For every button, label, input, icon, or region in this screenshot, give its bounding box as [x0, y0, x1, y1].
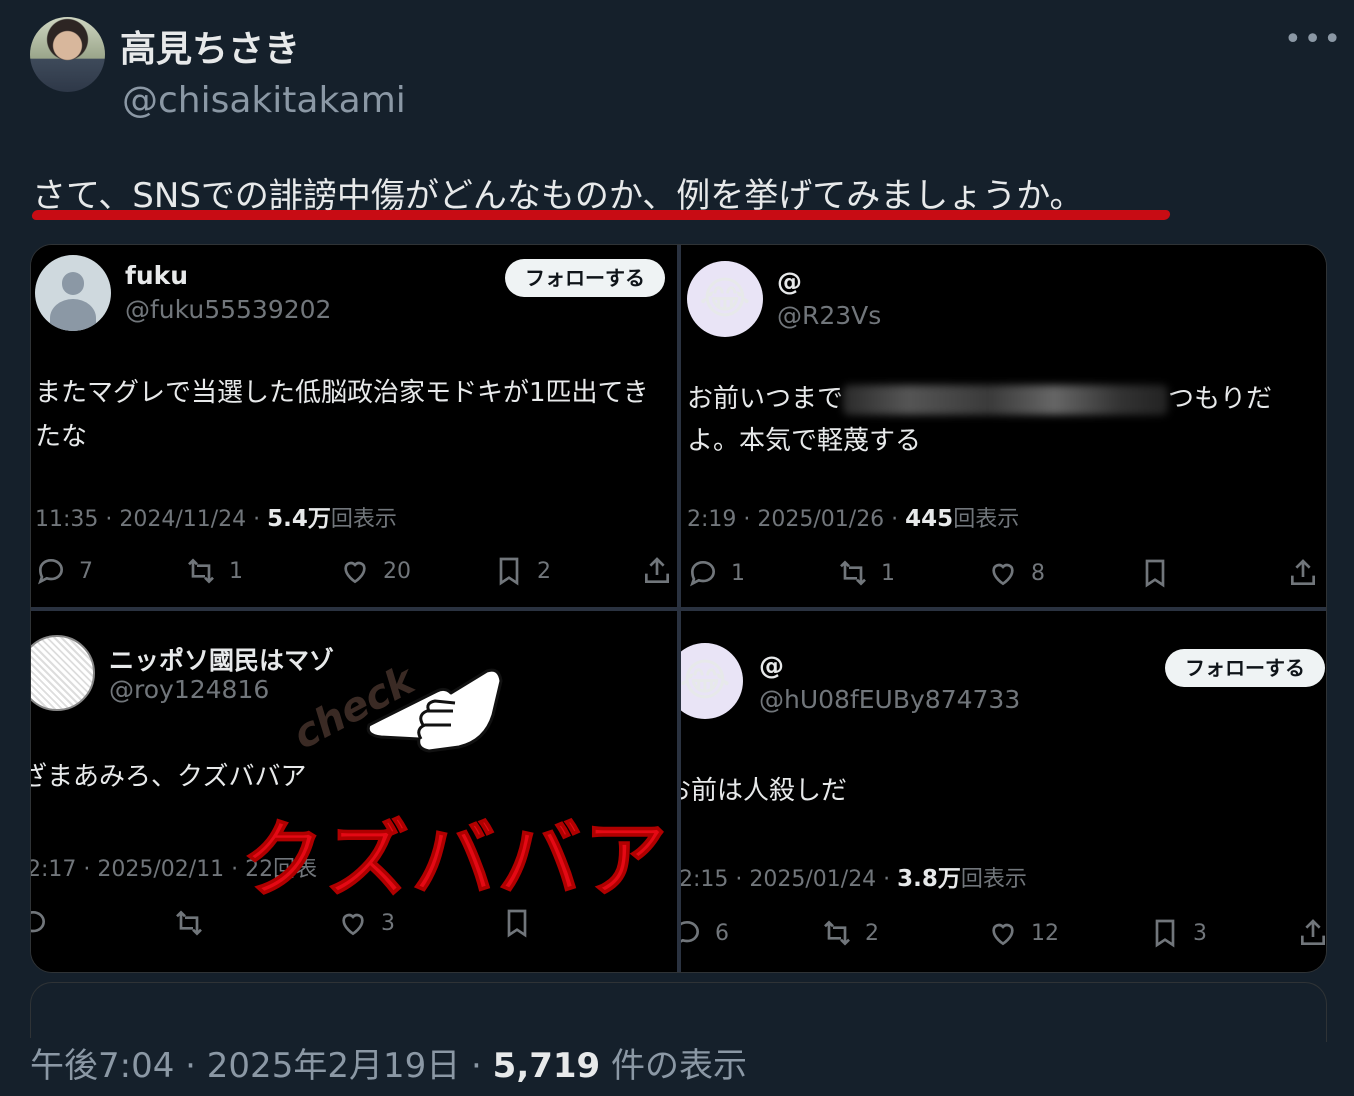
heart-icon — [344, 561, 366, 584]
share-action[interactable] — [1297, 913, 1326, 953]
tweet-text: さて、SNSでの誹謗中傷がどんなものか、例を挙げてみましょうか。 — [32, 176, 1084, 216]
panel-user-handle: @R23Vs — [777, 301, 882, 330]
screenshot-panel-4[interactable]: 😂 @ @hU08fEUBy874733 フォローする お前は人殺しだ 2:15… — [681, 611, 1326, 972]
blurred-text — [843, 384, 1169, 415]
panel-actions: 1 1 8 — [687, 553, 1326, 593]
panel-user-handle: @hU08fEUBy874733 — [759, 685, 1021, 714]
panel-body-line-1: またマグレで当選した低脳政治家モドキが1匹出てき — [35, 378, 649, 408]
panel-body-line-1: お前いつまで つもりだ — [687, 384, 1273, 415]
repost-action[interactable]: 1 — [837, 553, 895, 593]
caption-overlay: クズババア — [240, 811, 670, 910]
heart-icon — [992, 563, 1014, 586]
share-action[interactable] — [641, 551, 673, 591]
manga-avatar — [31, 635, 95, 711]
share-icon — [645, 557, 669, 583]
panel-user-name: @ — [777, 267, 802, 296]
repost-action[interactable]: 2 — [821, 913, 879, 953]
repost-icon — [824, 920, 850, 946]
panel-meta: 2:15 · 2025/01/24 · 3.8万回表示 — [681, 866, 1027, 892]
panel-user-handle: @roy124816 — [109, 675, 270, 704]
author-avatar[interactable] — [30, 17, 105, 92]
tweet-time[interactable]: 午後7:04 — [30, 1046, 174, 1086]
reply-action[interactable]: 6 — [681, 913, 729, 953]
repost-icon — [188, 558, 214, 584]
panel-actions: 7 1 20 2 — [35, 551, 675, 591]
panel-user-name: ニッポソ國民はマゾ — [109, 646, 335, 675]
follow-button[interactable]: フォローする — [505, 259, 665, 297]
grid-divider-horizontal — [31, 607, 1326, 611]
bookmark-action[interactable] — [1139, 553, 1171, 593]
author-name[interactable]: 高見ちさき — [120, 20, 300, 72]
share-icon — [1301, 919, 1325, 945]
reply-action[interactable]: 1 — [687, 553, 745, 593]
panel-user-name: fuku — [125, 261, 189, 290]
repost-icon — [176, 910, 202, 936]
like-action[interactable]: 12 — [987, 913, 1059, 953]
reply-icon — [38, 558, 64, 585]
panel-meta: 2:19 · 2025/01/26 · 445回表示 — [687, 506, 1020, 532]
reply-icon — [31, 910, 46, 933]
screenshot-panel-1[interactable]: fuku @fuku55539202 フォローする またマグレで当選した低脳政治… — [31, 245, 677, 607]
panel-actions: 6 2 12 3 — [681, 913, 1326, 953]
bookmark-icon — [499, 557, 519, 586]
repost-action[interactable]: 1 — [185, 551, 243, 591]
like-action[interactable]: 20 — [339, 551, 411, 591]
share-action[interactable] — [1287, 553, 1319, 593]
repost-icon — [840, 560, 866, 586]
pointing-hand-icon — [366, 668, 503, 753]
panel-body-line-1: お前は人殺しだ — [681, 776, 848, 806]
bookmark-action[interactable]: 3 — [1149, 913, 1207, 953]
panel-user-name: @ — [759, 651, 784, 680]
follow-button[interactable]: フォローする — [1165, 649, 1325, 687]
tweet-date[interactable]: 2025年2月19日 — [207, 1046, 460, 1086]
reply-action[interactable]: 7 — [35, 551, 93, 591]
author-handle[interactable]: @chisakitakami — [122, 80, 406, 121]
panel-user-handle: @fuku55539202 — [125, 295, 332, 324]
laughing-emoji-avatar: 😂 — [681, 643, 743, 719]
bookmark-icon — [1155, 919, 1175, 948]
panel-body-line-2: よ。本気で軽蔑する — [687, 426, 922, 456]
bookmark-icon — [1145, 559, 1165, 588]
laughing-emoji-avatar: 😂 — [687, 261, 763, 337]
reply-icon — [681, 920, 700, 943]
bookmark-action[interactable]: 2 — [493, 551, 551, 591]
screenshot-panel-2[interactable]: 😂 @ @R23Vs お前いつまで つもりだ よ。本気で軽蔑する 2:19 · 2… — [681, 245, 1326, 607]
screenshot-panel-3[interactable]: ニッポソ國民はマゾ @roy124816 ざまあみろ、クズババア 2:17 · … — [31, 611, 677, 972]
tweet-media-grid[interactable]: fuku @fuku55539202 フォローする またマグレで当選した低脳政治… — [30, 244, 1327, 973]
reply-icon — [690, 560, 716, 587]
repost-action[interactable] — [173, 903, 205, 943]
reply-action[interactable] — [31, 903, 49, 943]
embedded-card[interactable] — [30, 982, 1327, 1042]
panel-body-line-2: たな — [35, 422, 88, 452]
default-avatar — [35, 255, 111, 331]
tweet-timestamp-views: 午後7:04 · 2025年2月19日 · 5,719 件の表示 — [30, 1038, 756, 1087]
like-action[interactable]: 8 — [987, 553, 1045, 593]
heart-icon — [992, 923, 1014, 946]
more-options-icon[interactable]: ••• — [1284, 20, 1341, 60]
panel-meta: 11:35 · 2024/11/24 · 5.4万回表示 — [35, 506, 397, 532]
view-count: 5,719 — [492, 1046, 601, 1086]
share-icon — [1291, 559, 1315, 585]
